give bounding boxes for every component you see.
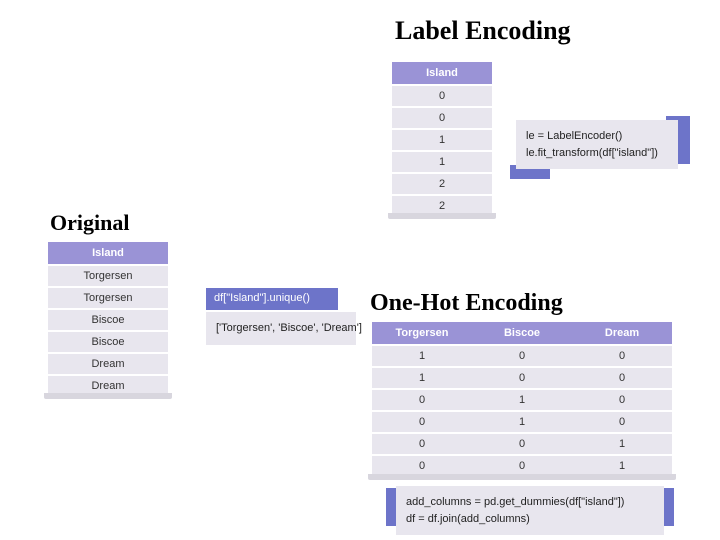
cell: 0 — [472, 456, 572, 476]
cell: 1 — [472, 412, 572, 432]
cell: 0 — [472, 346, 572, 366]
table-row: 001 — [372, 456, 672, 476]
table-row: Biscoe — [48, 310, 168, 330]
cell: 0 — [572, 346, 672, 366]
code-line: le.fit_transform(df["island"]) — [526, 145, 668, 162]
table-row: 2 — [392, 174, 492, 194]
cell: 0 — [372, 456, 472, 476]
table-row: 010 — [372, 412, 672, 432]
cell: 1 — [372, 346, 472, 366]
table-row: Dream — [48, 354, 168, 374]
heading-onehot-encoding: One-Hot Encoding — [370, 290, 563, 317]
table-row: 1 — [392, 152, 492, 172]
table-shadow — [368, 474, 676, 480]
table-onehot-encoding: Torgersen Biscoe Dream 100 100 010 010 0… — [372, 320, 672, 478]
table-label-encoding: Island 0 0 1 1 2 2 — [392, 60, 492, 218]
cell: 0 — [572, 368, 672, 388]
table-row: 010 — [372, 390, 672, 410]
table-row: 100 — [372, 368, 672, 388]
code-label-encoding: le = LabelEncoder() le.fit_transform(df[… — [516, 120, 678, 169]
table-onehot-header: Torgersen — [372, 322, 472, 344]
cell: 1 — [572, 434, 672, 454]
cell: 0 — [372, 412, 472, 432]
code-onehot-encoding: add_columns = pd.get_dummies(df["island"… — [396, 486, 664, 535]
heading-original: Original — [50, 210, 129, 236]
code-accent — [386, 488, 396, 526]
table-row: 100 — [372, 346, 672, 366]
code-original-call: df["Island"].unique() — [206, 288, 338, 310]
code-line: le = LabelEncoder() — [526, 128, 668, 145]
table-original: Island Torgersen Torgersen Biscoe Biscoe… — [48, 240, 168, 398]
table-row: 0 — [392, 108, 492, 128]
table-row: Biscoe — [48, 332, 168, 352]
cell: 0 — [572, 390, 672, 410]
code-original-output: ['Torgersen', 'Biscoe', 'Dream'] — [206, 312, 356, 345]
table-onehot-header: Dream — [572, 322, 672, 344]
cell: 0 — [372, 434, 472, 454]
code-line: ['Torgersen', 'Biscoe', 'Dream'] — [216, 320, 346, 337]
code-line: add_columns = pd.get_dummies(df["island"… — [406, 494, 654, 511]
heading-label-encoding: Label Encoding — [395, 16, 571, 46]
cell: 0 — [472, 368, 572, 388]
code-accent — [664, 488, 674, 526]
cell: 0 — [472, 434, 572, 454]
table-row: Torgersen — [48, 288, 168, 308]
cell: 1 — [372, 368, 472, 388]
table-onehot-header: Biscoe — [472, 322, 572, 344]
code-line: df = df.join(add_columns) — [406, 511, 654, 528]
table-row: Torgersen — [48, 266, 168, 286]
table-row: 001 — [372, 434, 672, 454]
table-shadow — [44, 393, 172, 399]
cell: 1 — [472, 390, 572, 410]
table-row: 1 — [392, 130, 492, 150]
cell: 0 — [372, 390, 472, 410]
table-row: 0 — [392, 86, 492, 106]
table-original-header: Island — [48, 242, 168, 264]
cell: 1 — [572, 456, 672, 476]
table-shadow — [388, 213, 496, 219]
cell: 0 — [572, 412, 672, 432]
table-label-header: Island — [392, 62, 492, 84]
